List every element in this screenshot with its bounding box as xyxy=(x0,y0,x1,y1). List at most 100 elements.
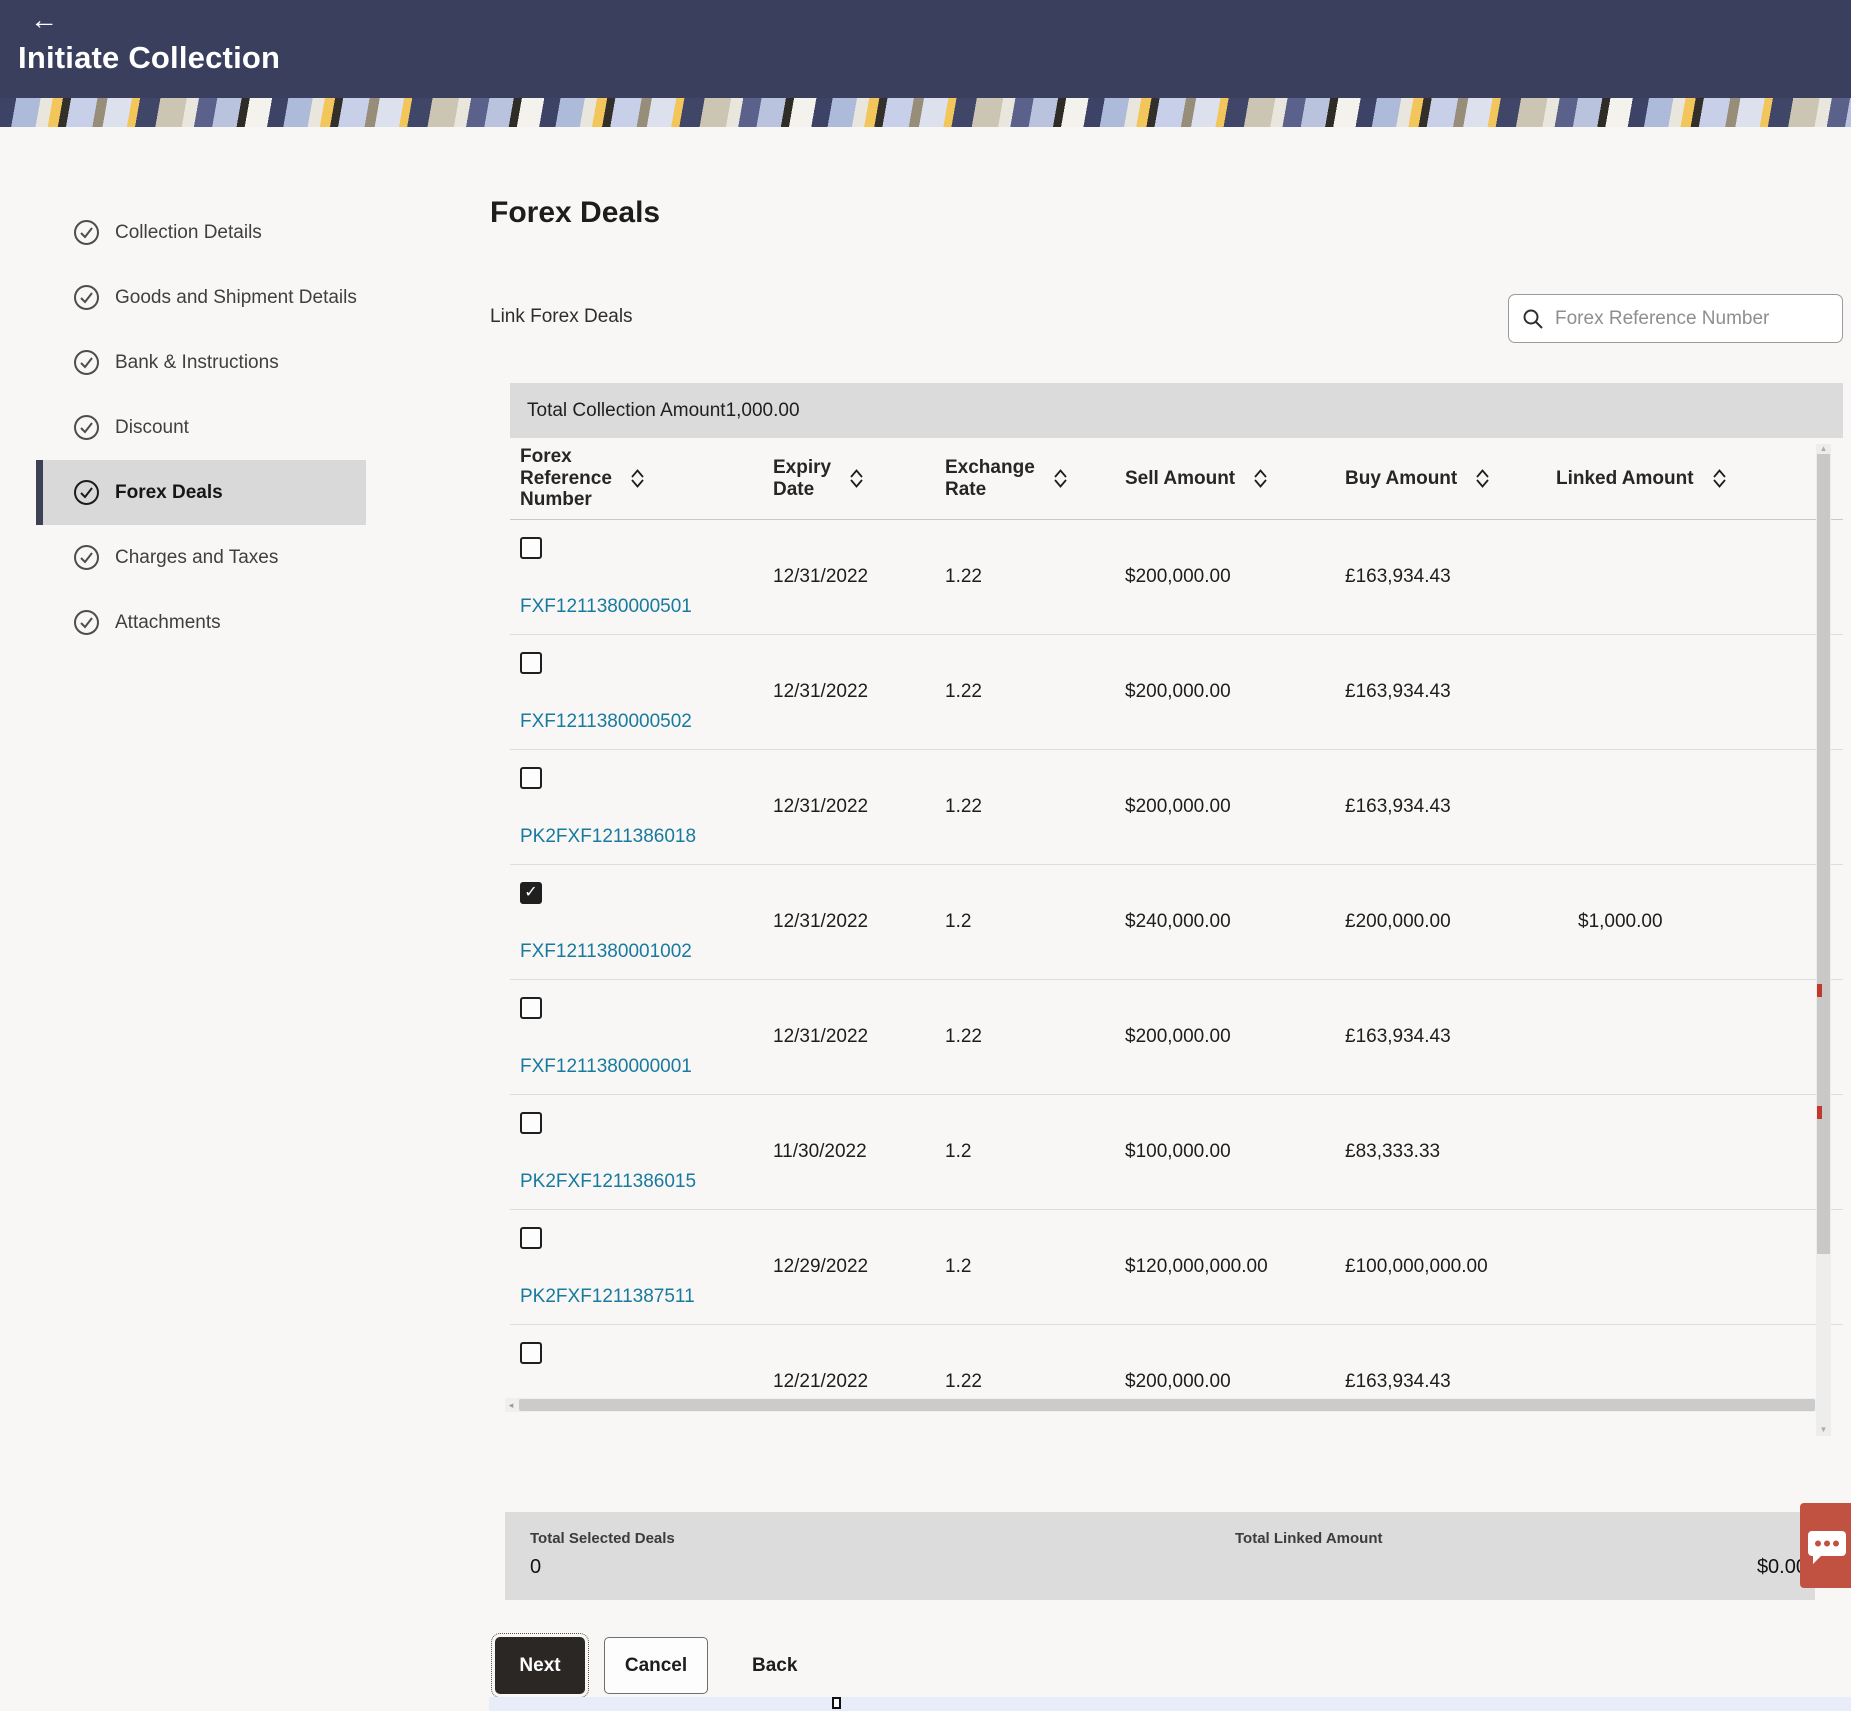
sidebar-item-charges-and-taxes[interactable]: Charges and Taxes xyxy=(36,525,366,590)
scroll-up-icon[interactable]: ▲ xyxy=(1816,444,1831,453)
column-header-label: Forex Reference Number xyxy=(520,446,612,512)
text-caret xyxy=(832,1697,841,1709)
chat-button[interactable] xyxy=(1800,1503,1851,1588)
scrollbar-marker xyxy=(1817,984,1822,997)
next-button[interactable]: Next xyxy=(495,1637,585,1694)
row-checkbox[interactable] xyxy=(520,767,542,789)
sort-icon[interactable] xyxy=(1712,469,1727,488)
vertical-scrollbar[interactable]: ▲ ▼ xyxy=(1816,444,1831,1436)
exchange-rate-cell: 1.22 xyxy=(945,750,1125,864)
back-button[interactable]: Back xyxy=(752,1637,797,1694)
total-collection-amount-bar: Total Collection Amount1,000.00 xyxy=(510,383,1843,438)
buy-amount-cell: £83,333.33 xyxy=(1345,1095,1556,1209)
sidebar-item-attachments[interactable]: Attachments xyxy=(36,590,366,655)
sidebar-item-label: Collection Details xyxy=(115,222,262,244)
table-row: FXF1211380000502 12/31/2022 1.22 $200,00… xyxy=(510,635,1843,750)
table-row: FXF1211380000001 12/31/2022 1.22 $200,00… xyxy=(510,980,1843,1095)
sidebar-item-label: Goods and Shipment Details xyxy=(115,287,357,309)
scroll-left-icon[interactable]: ◂ xyxy=(505,1398,517,1412)
exchange-rate-cell: 1.2 xyxy=(945,1095,1125,1209)
buy-amount-cell: £100,000,000.00 xyxy=(1345,1210,1556,1324)
column-header-label: Exchange Rate xyxy=(945,457,1035,501)
table-row: PK2FXF1211386018 12/31/2022 1.22 $200,00… xyxy=(510,750,1843,865)
horizontal-scrollbar-thumb[interactable] xyxy=(519,1399,1815,1411)
cancel-button[interactable]: Cancel xyxy=(604,1637,708,1694)
expiry-date-cell: 12/31/2022 xyxy=(773,750,945,864)
sort-icon[interactable] xyxy=(1475,469,1490,488)
decorative-banner xyxy=(0,98,1851,127)
forex-reference-link[interactable]: FXF1211380000001 xyxy=(520,1056,773,1078)
forex-reference-link[interactable]: PK2FXF1211387511 xyxy=(520,1286,773,1308)
forex-deals-table: Forex Reference Number Expiry Date Excha… xyxy=(510,438,1843,1397)
forex-reference-cell: PK2FXF1211386018 xyxy=(510,750,773,864)
sidebar-item-goods-and-shipment-details[interactable]: Goods and Shipment Details xyxy=(36,265,366,330)
column-header-buy-amount: Buy Amount xyxy=(1345,438,1556,519)
row-checkbox[interactable] xyxy=(520,1342,542,1364)
bottom-strip xyxy=(489,1697,1851,1711)
wizard-steps-sidebar: Collection Details Goods and Shipment De… xyxy=(36,200,366,655)
check-circle-icon xyxy=(73,284,100,311)
sort-icon[interactable] xyxy=(1253,469,1268,488)
buy-amount-cell: £163,934.43 xyxy=(1345,980,1556,1094)
table-row: ✓ FXF1211380001002 12/31/2022 1.2 $240,0… xyxy=(510,865,1843,980)
sell-amount-cell: $200,000.00 xyxy=(1125,520,1345,634)
check-circle-icon xyxy=(73,609,100,636)
sell-amount-cell: $200,000.00 xyxy=(1125,980,1345,1094)
expiry-date-cell: 12/21/2022 xyxy=(773,1325,945,1397)
sidebar-item-bank-instructions[interactable]: Bank & Instructions xyxy=(36,330,366,395)
row-checkbox[interactable] xyxy=(520,1112,542,1134)
forex-reference-link[interactable]: FXF1211380000501 xyxy=(520,596,773,618)
linked-amount-cell xyxy=(1556,1210,1843,1324)
search-icon xyxy=(1521,307,1545,331)
expiry-date-cell: 12/31/2022 xyxy=(773,980,945,1094)
expiry-date-cell: 12/31/2022 xyxy=(773,635,945,749)
sidebar-item-discount[interactable]: Discount xyxy=(36,395,366,460)
sell-amount-cell: $200,000.00 xyxy=(1125,750,1345,864)
sort-icon[interactable] xyxy=(1053,469,1068,488)
forex-reference-link[interactable]: FXF1211380000502 xyxy=(520,711,773,733)
check-icon: ✓ xyxy=(524,885,537,901)
forex-reference-cell: FXF1211380000501 xyxy=(510,520,773,634)
sidebar-item-label: Attachments xyxy=(115,612,221,634)
scroll-down-icon[interactable]: ▼ xyxy=(1816,1425,1831,1434)
exchange-rate-cell: 1.22 xyxy=(945,1325,1125,1397)
row-checkbox[interactable] xyxy=(520,997,542,1019)
forex-reference-cell: PK2FXF1211387511 xyxy=(510,1210,773,1324)
sell-amount-cell: $240,000.00 xyxy=(1125,865,1345,979)
column-header-label: Sell Amount xyxy=(1125,468,1235,490)
sort-icon[interactable] xyxy=(849,469,864,488)
total-collection-amount-value: 1,000.00 xyxy=(726,400,800,421)
sidebar-item-collection-details[interactable]: Collection Details xyxy=(36,200,366,265)
forex-reference-link[interactable]: PK2FXF1211386018 xyxy=(520,826,773,848)
column-header-label: Buy Amount xyxy=(1345,468,1457,490)
sell-amount-cell: $200,000.00 xyxy=(1125,1325,1345,1397)
row-checkbox[interactable] xyxy=(520,1227,542,1249)
linked-amount-cell xyxy=(1556,980,1843,1094)
vertical-scrollbar-thumb[interactable] xyxy=(1817,454,1830,1254)
sort-icon[interactable] xyxy=(630,469,645,488)
total-linked-amount-label: Total Linked Amount xyxy=(1235,1530,1383,1547)
buy-amount-cell: £163,934.43 xyxy=(1345,635,1556,749)
column-header-label: Linked Amount xyxy=(1556,468,1694,490)
forex-reference-cell: FXF1211380000001 xyxy=(510,980,773,1094)
row-checkbox[interactable] xyxy=(520,537,542,559)
back-arrow-icon[interactable]: ← xyxy=(30,4,58,36)
summary-bar: Total Selected Deals 0 Total Linked Amou… xyxy=(505,1512,1815,1600)
column-header-linked-amount: Linked Amount xyxy=(1556,438,1843,519)
sidebar-item-label: Forex Deals xyxy=(115,482,223,504)
search-input[interactable] xyxy=(1555,308,1830,330)
forex-reference-cell: ✓ FXF1211380001002 xyxy=(510,865,773,979)
row-checkbox[interactable]: ✓ xyxy=(520,882,542,904)
forex-reference-link[interactable]: FXF1211380001002 xyxy=(520,941,773,963)
linked-amount-cell xyxy=(1556,520,1843,634)
horizontal-scrollbar[interactable]: ◂ xyxy=(505,1398,1831,1412)
row-checkbox[interactable] xyxy=(520,652,542,674)
expiry-date-cell: 12/31/2022 xyxy=(773,520,945,634)
page-title: Initiate Collection xyxy=(18,40,280,76)
chat-icon xyxy=(1808,1531,1846,1565)
forex-reference-link[interactable]: PK2FXF1211386015 xyxy=(520,1171,773,1193)
sidebar-item-forex-deals[interactable]: Forex Deals xyxy=(36,460,366,525)
linked-amount-cell xyxy=(1556,635,1843,749)
link-forex-deals-label: Link Forex Deals xyxy=(490,306,633,328)
exchange-rate-cell: 1.22 xyxy=(945,520,1125,634)
